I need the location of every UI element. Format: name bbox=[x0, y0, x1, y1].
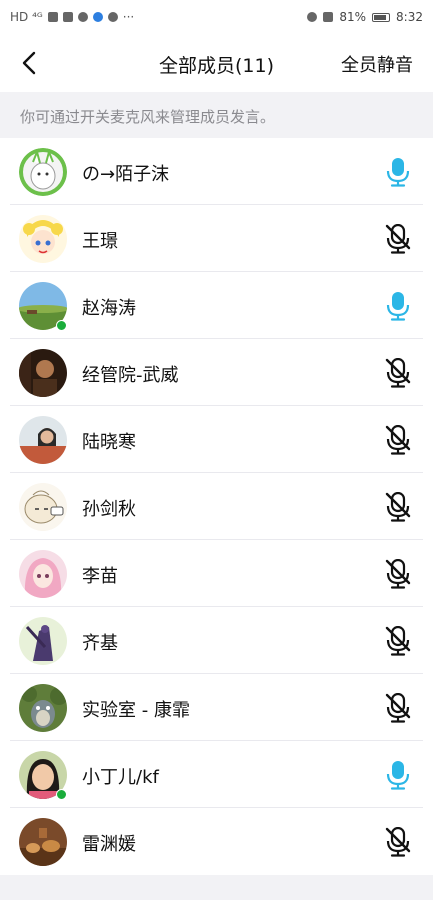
avatar[interactable] bbox=[19, 416, 67, 464]
mic-on-icon[interactable] bbox=[383, 290, 413, 322]
online-badge bbox=[56, 789, 67, 800]
member-row[interactable]: の→陌子沫 bbox=[0, 138, 433, 205]
briefcase-icon bbox=[62, 12, 73, 22]
mic-muted-icon[interactable] bbox=[383, 558, 413, 590]
battery-icon bbox=[372, 12, 391, 22]
avatar[interactable] bbox=[19, 483, 67, 531]
member-row[interactable]: 小丁儿/kf bbox=[0, 741, 433, 808]
online-badge bbox=[56, 320, 67, 331]
alarm-icon bbox=[307, 12, 318, 22]
mic-on-icon[interactable] bbox=[383, 759, 413, 791]
member-row[interactable]: 齐基 bbox=[0, 607, 433, 674]
clock: 8:32 bbox=[396, 10, 423, 24]
member-name: の→陌子沫 bbox=[82, 164, 170, 185]
member-row[interactable]: 雷渊媛 bbox=[0, 808, 433, 875]
battery-percent: 81% bbox=[339, 10, 367, 24]
member-row[interactable]: 李苗 bbox=[0, 540, 433, 607]
avatar[interactable] bbox=[19, 349, 67, 397]
avatar[interactable] bbox=[19, 550, 67, 598]
hint-text: 你可通过开关麦克风来管理成员发言。 bbox=[0, 92, 433, 138]
avatar[interactable] bbox=[19, 617, 67, 665]
avatar[interactable] bbox=[19, 215, 67, 263]
mic-muted-icon[interactable] bbox=[383, 424, 413, 456]
location-icon bbox=[107, 12, 118, 22]
member-row[interactable]: 王璟 bbox=[0, 205, 433, 272]
member-row[interactable]: 赵海涛 bbox=[0, 272, 433, 339]
mic-muted-icon[interactable] bbox=[383, 357, 413, 389]
status-bar: HD ⁴ᴳ ··· 81% 8:32 bbox=[0, 0, 433, 34]
member-name: 李苗 bbox=[82, 566, 118, 587]
vibrate-icon bbox=[323, 12, 334, 22]
mic-muted-icon[interactable] bbox=[383, 223, 413, 255]
member-name: 王璟 bbox=[82, 231, 118, 252]
status-left: HD ⁴ᴳ ··· bbox=[10, 10, 134, 24]
avatar[interactable] bbox=[19, 148, 67, 196]
member-row[interactable]: 陆晓寒 bbox=[0, 406, 433, 473]
member-name: 实验室 - 康霏 bbox=[82, 700, 190, 721]
member-name: 孙剑秋 bbox=[82, 499, 136, 520]
member-name: 陆晓寒 bbox=[82, 432, 136, 453]
avatar[interactable] bbox=[19, 818, 67, 866]
member-list: の→陌子沫王璟赵海涛经管院-武威 陆晓寒孙剑秋李苗齐基实验室 - 康霏 小丁儿/kf… bbox=[0, 138, 433, 875]
member-name: 小丁儿/kf bbox=[82, 767, 159, 788]
avatar[interactable] bbox=[19, 684, 67, 732]
member-row[interactable]: 经管院-武威 bbox=[0, 339, 433, 406]
mic-on-icon[interactable] bbox=[383, 156, 413, 188]
chat-icon bbox=[92, 12, 103, 22]
mic-muted-icon[interactable] bbox=[383, 491, 413, 523]
mute-all-button[interactable]: 全员静音 bbox=[341, 51, 413, 77]
nav-bar: 全部成员(11) 全员静音 bbox=[0, 34, 433, 92]
mic-muted-icon[interactable] bbox=[383, 826, 413, 858]
mic-muted-icon[interactable] bbox=[383, 692, 413, 724]
mic-muted-icon[interactable] bbox=[383, 625, 413, 657]
app-icon bbox=[77, 12, 88, 22]
member-name: 赵海涛 bbox=[82, 298, 136, 319]
member-row[interactable]: 实验室 - 康霏 bbox=[0, 674, 433, 741]
chevron-left-icon bbox=[22, 51, 36, 75]
more-notifications: ··· bbox=[122, 10, 135, 24]
member-row[interactable]: 孙剑秋 bbox=[0, 473, 433, 540]
member-name: 齐基 bbox=[82, 633, 118, 654]
network-indicator: HD ⁴ᴳ bbox=[10, 10, 43, 24]
back-button[interactable] bbox=[14, 48, 44, 78]
status-right: 81% 8:32 bbox=[307, 10, 423, 24]
member-name: 雷渊媛 bbox=[82, 834, 136, 855]
member-name: 经管院-武威 bbox=[82, 365, 179, 386]
wifi-icon bbox=[47, 12, 58, 22]
